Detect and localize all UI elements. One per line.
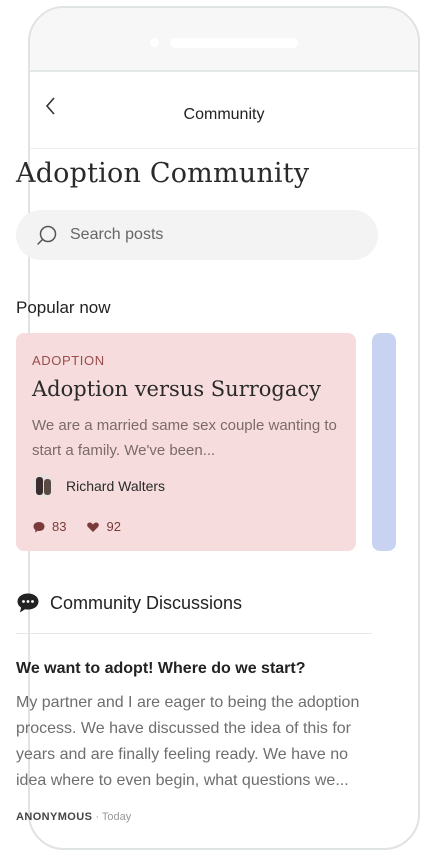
discussions-header: Community Discussions [16,592,242,614]
like-count: 92 [106,519,121,534]
speaker-slot [170,38,298,48]
popular-post-card[interactable]: ADOPTION Adoption versus Surrogacy We ar… [16,333,356,551]
card-excerpt: We are a married same sex couple wanting… [32,417,337,459]
phone-top-bar [30,8,418,72]
post-time: Today [101,811,132,823]
post-author: ANONYMOUS [16,811,93,823]
nav-bar: Community [30,72,418,149]
section-divider [16,633,372,634]
chat-bubble-icon [17,593,39,613]
card-title: Adoption versus Surrogacy [32,377,321,401]
camera-dot [150,38,159,47]
page-title: Adoption Community [16,158,310,189]
card-stats: 83 92 [32,519,141,534]
discussion-post-meta: ANONYMOUS · Today [16,811,131,823]
card-category-tag: ADOPTION [32,353,105,368]
comment-count: 83 [52,519,67,534]
comment-icon [33,521,45,532]
meta-separator: · [92,811,102,823]
card-author: Richard Walters [32,473,165,499]
avatar [32,474,54,498]
search-icon [37,225,57,245]
nav-title: Community [183,106,265,123]
author-name: Richard Walters [66,478,166,494]
popular-now-label: Popular now [16,298,111,317]
discussion-post-title[interactable]: We want to adopt! Where do we start? [16,660,306,678]
discussions-title: Community Discussions [50,592,243,613]
next-card-peek[interactable] [372,333,396,551]
heart-icon[interactable] [86,520,100,534]
search-bar[interactable] [16,210,378,260]
discussion-post-excerpt[interactable]: My partner and I are eager to being the … [16,690,376,794]
search-input[interactable] [68,221,352,249]
